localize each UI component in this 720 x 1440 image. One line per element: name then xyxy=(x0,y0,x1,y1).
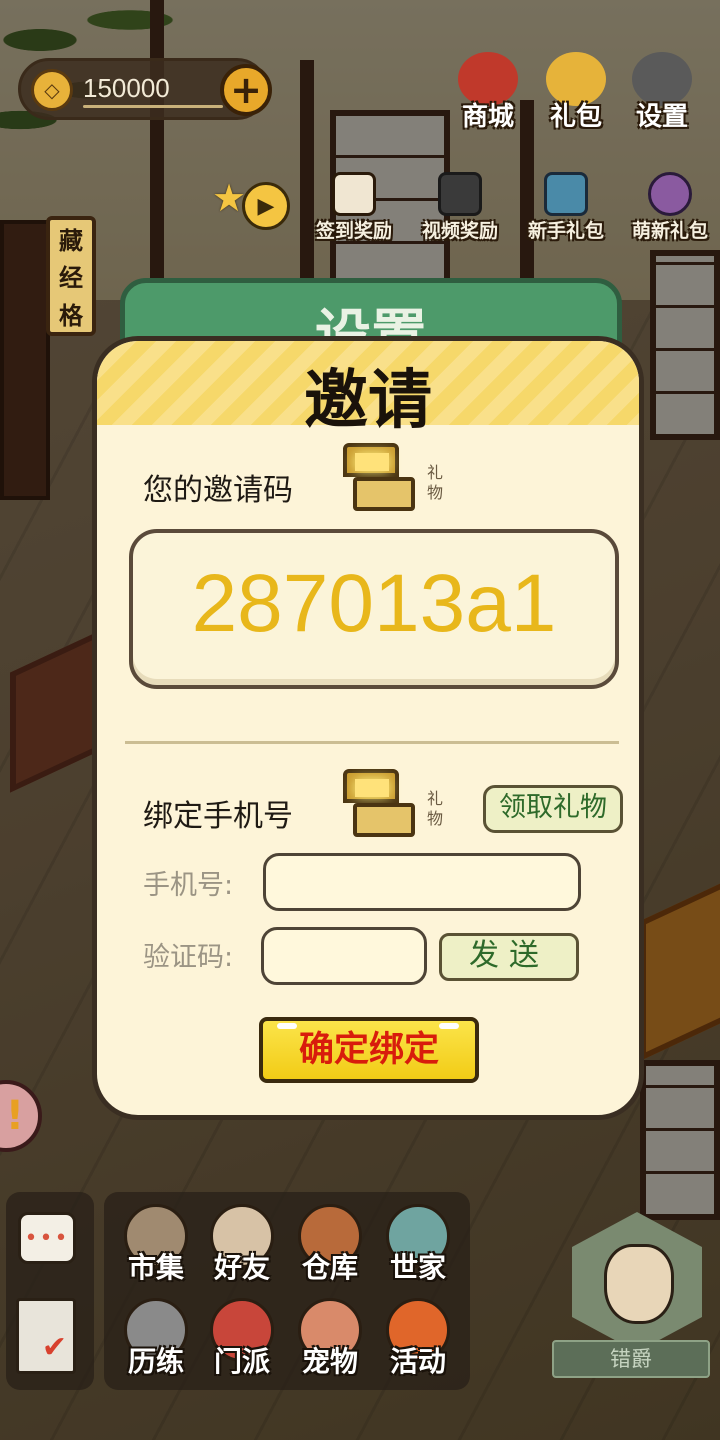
invite-code-value: 287013a1 xyxy=(191,558,557,649)
shop-label: 商城 xyxy=(461,102,514,132)
clan-label: 世家 xyxy=(389,1251,446,1284)
shop-button[interactable]: 商城 xyxy=(448,52,528,142)
pet-label: 宠物 xyxy=(301,1345,358,1378)
send-code-button[interactable]: 发送 xyxy=(439,933,579,981)
newbie-pack-button[interactable]: 新手礼包 xyxy=(516,172,616,243)
chat-button[interactable]: ••• xyxy=(18,1212,76,1264)
chest-lid xyxy=(343,443,399,477)
friends-label: 好友 xyxy=(213,1251,270,1284)
gift-pack-button[interactable]: 礼包 xyxy=(536,52,616,142)
pet-button[interactable]: 宠物 xyxy=(288,1298,372,1388)
sect-button[interactable]: 门派 xyxy=(200,1298,284,1388)
gift-pack-label: 礼包 xyxy=(549,102,602,132)
sign-char: 格 xyxy=(59,300,83,330)
gift-label: 礼物 xyxy=(427,463,444,502)
divider xyxy=(125,741,619,744)
play-icon: ▶ xyxy=(242,182,290,230)
coin-amount: 150000 xyxy=(83,73,170,103)
verify-code-input[interactable] xyxy=(261,927,427,985)
market-button[interactable]: 市集 xyxy=(114,1204,198,1294)
character-gift-icon xyxy=(648,172,692,216)
warehouse-label: 仓库 xyxy=(301,1251,358,1284)
gift-chest-icon[interactable] xyxy=(341,769,421,841)
newbie-pack-label: 新手礼包 xyxy=(527,220,604,242)
claim-gift-button[interactable]: 领取礼物 xyxy=(483,785,623,833)
add-coins-button[interactable]: + xyxy=(220,64,272,116)
market-label: 市集 xyxy=(127,1251,184,1284)
checkin-reward-label: 签到奖励 xyxy=(315,220,392,242)
invite-dialog: 邀请 您的邀请码 礼物 287013a1 绑定手机号 礼物 领取礼物 手机号: … xyxy=(92,336,644,1120)
treasure-chest-icon xyxy=(544,172,588,216)
confirm-bind-button[interactable]: 确定绑定 xyxy=(259,1017,479,1083)
coin-icon: ◇ xyxy=(31,69,73,111)
settings-button[interactable]: 设置 xyxy=(622,52,702,142)
sign-char: 藏 xyxy=(59,226,83,256)
rookie-pack-label: 萌新礼包 xyxy=(631,220,708,242)
video-reward-button[interactable]: 视频奖励 xyxy=(410,172,510,243)
warehouse-button[interactable]: 仓库 xyxy=(288,1204,372,1294)
star-icon: ★ xyxy=(212,176,247,220)
training-label: 历练 xyxy=(127,1345,184,1378)
clapperboard-icon xyxy=(438,172,482,216)
settings-label: 设置 xyxy=(635,102,688,132)
friends-button[interactable]: 好友 xyxy=(200,1204,284,1294)
chest-body xyxy=(353,803,415,837)
video-star-button[interactable]: ★ ▶ xyxy=(212,176,292,232)
event-button[interactable]: 活动 xyxy=(376,1298,460,1388)
training-button[interactable]: 历练 xyxy=(114,1298,198,1388)
calendar-icon xyxy=(332,172,376,216)
button-shine xyxy=(439,1023,459,1029)
video-reward-label: 视频奖励 xyxy=(421,220,498,242)
event-label: 活动 xyxy=(389,1345,446,1378)
chest-body xyxy=(353,477,415,511)
invite-code-label: 您的邀请码 xyxy=(143,473,293,508)
gift-label: 礼物 xyxy=(427,789,444,828)
chest-lid xyxy=(343,769,399,803)
button-shine xyxy=(277,1023,297,1029)
task-button[interactable]: ✔ xyxy=(16,1298,76,1374)
verify-code-label: 验证码: xyxy=(143,942,234,973)
checkin-reward-button[interactable]: 签到奖励 xyxy=(304,172,404,243)
dialog-title: 邀请 xyxy=(304,364,432,438)
checkmark-icon: ✔ xyxy=(41,1330,67,1365)
player-rank: 错爵 xyxy=(552,1340,710,1378)
invite-code-box[interactable]: 287013a1 xyxy=(129,529,619,689)
bind-phone-label: 绑定手机号 xyxy=(143,799,293,834)
sect-label: 门派 xyxy=(213,1345,270,1378)
phone-label: 手机号: xyxy=(143,870,234,901)
confirm-bind-label: 确定绑定 xyxy=(298,1030,439,1070)
scripture-pavilion-sign[interactable]: 藏 经 格 xyxy=(46,216,96,336)
coin-underline xyxy=(83,105,223,108)
clan-button[interactable]: 世家 xyxy=(376,1204,460,1294)
phone-input[interactable] xyxy=(263,853,581,911)
player-avatar[interactable] xyxy=(604,1244,674,1324)
sign-char: 经 xyxy=(59,263,83,293)
rookie-pack-button[interactable]: 萌新礼包 xyxy=(620,172,720,243)
gift-chest-icon[interactable] xyxy=(341,443,421,515)
